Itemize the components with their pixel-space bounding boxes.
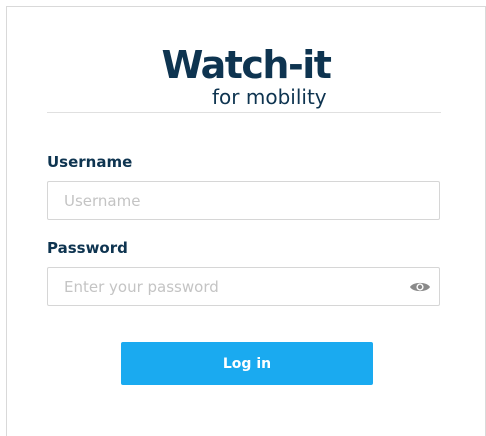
logo-title: Watch-it	[161, 43, 332, 87]
username-label: Username	[47, 153, 133, 171]
password-input[interactable]	[47, 267, 440, 306]
logo: Watch-it for mobility	[7, 43, 485, 109]
logo-subtitle: for mobility	[212, 85, 327, 109]
login-card: Watch-it for mobility Username Password …	[6, 6, 486, 436]
header-divider	[47, 112, 441, 113]
username-input[interactable]	[47, 181, 440, 220]
password-label: Password	[47, 239, 128, 257]
eye-icon[interactable]	[409, 279, 431, 293]
login-button[interactable]: Log in	[121, 342, 373, 385]
